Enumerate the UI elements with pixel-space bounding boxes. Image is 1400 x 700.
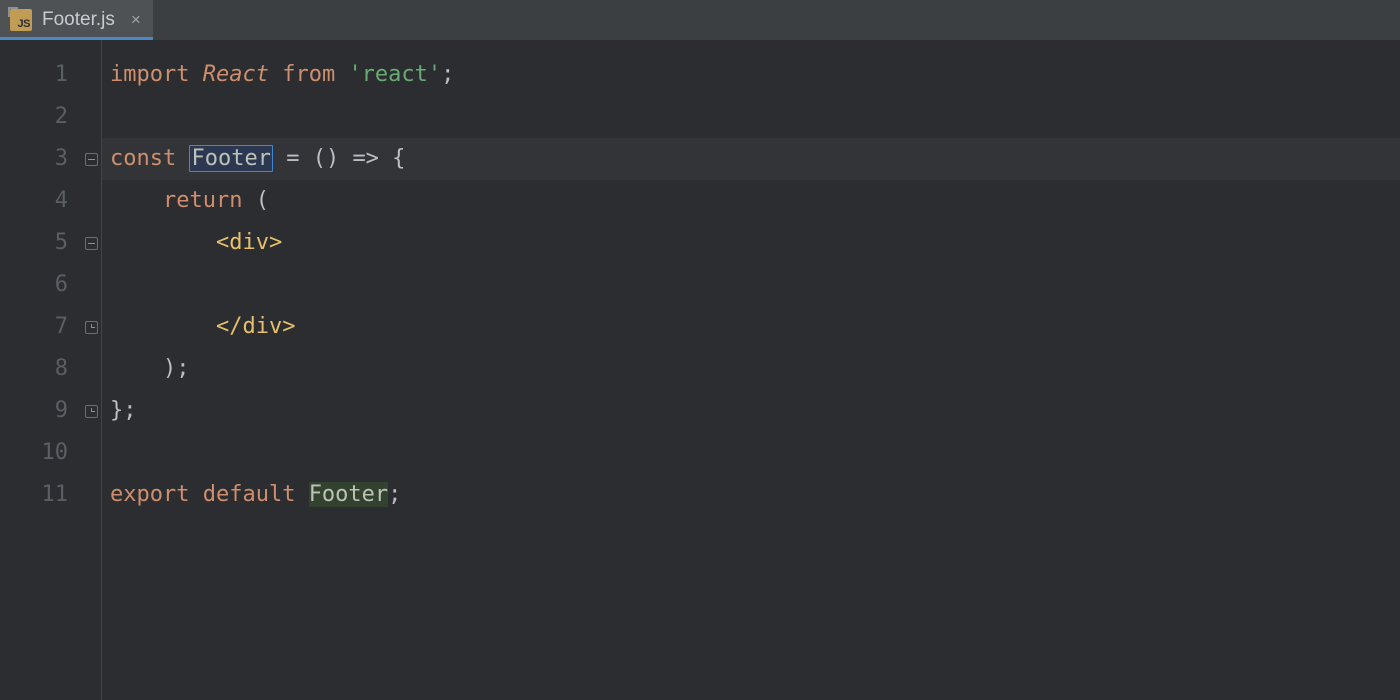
code-line[interactable] — [102, 264, 1400, 306]
fold-cell[interactable] — [80, 306, 102, 348]
line-number: 4 — [0, 180, 68, 222]
code-token: ; — [388, 482, 401, 507]
code-token: }; — [110, 398, 137, 423]
line-number: 3 — [0, 138, 68, 180]
code-line[interactable]: </div> — [102, 306, 1400, 348]
code-token: React — [203, 62, 269, 87]
fold-cell[interactable] — [80, 138, 102, 180]
fold-cell — [80, 432, 102, 474]
line-number: 5 — [0, 222, 68, 264]
code-token: 'react' — [348, 62, 441, 87]
line-number: 10 — [0, 432, 68, 474]
code-line[interactable]: return ( — [102, 180, 1400, 222]
code-token: < — [216, 230, 229, 255]
code-token: Footer — [189, 145, 272, 172]
code-token: ( — [256, 188, 269, 213]
code-line[interactable] — [102, 432, 1400, 474]
file-tab[interactable]: Footer.js × — [0, 0, 153, 40]
code-token: > — [282, 314, 295, 339]
code-token: const — [110, 146, 189, 171]
code-token: export — [110, 482, 203, 507]
fold-cell — [80, 474, 102, 516]
code-token — [110, 356, 163, 381]
code-token: div — [242, 314, 282, 339]
code-line[interactable]: import React from 'react'; — [102, 54, 1400, 96]
code-line[interactable]: }; — [102, 390, 1400, 432]
fold-cell — [80, 348, 102, 390]
fold-cell — [80, 96, 102, 138]
fold-cell — [80, 180, 102, 222]
code-editor[interactable]: 1234567891011 import React from 'react';… — [0, 40, 1400, 700]
code-token: ); — [163, 356, 190, 381]
fold-end-icon[interactable] — [85, 405, 98, 418]
code-token: import — [110, 62, 203, 87]
fold-cell[interactable] — [80, 390, 102, 432]
code-token: = () => { — [273, 146, 405, 171]
fold-end-icon[interactable] — [85, 321, 98, 334]
line-number: 8 — [0, 348, 68, 390]
fold-collapse-icon[interactable] — [85, 153, 98, 166]
line-number: 11 — [0, 474, 68, 516]
code-token: </ — [216, 314, 243, 339]
line-number-gutter: 1234567891011 — [0, 40, 80, 700]
code-token: from — [282, 62, 348, 87]
code-token: default — [203, 482, 309, 507]
code-line[interactable] — [102, 96, 1400, 138]
fold-collapse-icon[interactable] — [85, 237, 98, 250]
tab-title: Footer.js — [42, 9, 115, 31]
fold-cell — [80, 264, 102, 306]
line-number: 1 — [0, 54, 68, 96]
fold-cell[interactable] — [80, 222, 102, 264]
fold-gutter — [80, 40, 102, 700]
code-area[interactable]: import React from 'react'; const Footer =… — [102, 40, 1400, 700]
code-line[interactable]: const Footer = () => { — [102, 138, 1400, 180]
line-number: 9 — [0, 390, 68, 432]
code-token: ; — [441, 62, 454, 87]
code-line[interactable]: <div> — [102, 222, 1400, 264]
code-line[interactable]: export default Footer; — [102, 474, 1400, 516]
js-file-icon — [10, 9, 32, 31]
code-line[interactable]: ); — [102, 348, 1400, 390]
code-token: > — [269, 230, 282, 255]
fold-cell — [80, 54, 102, 96]
line-number: 2 — [0, 96, 68, 138]
close-icon[interactable]: × — [125, 10, 141, 30]
code-token — [269, 62, 282, 87]
tab-bar: Footer.js × — [0, 0, 1400, 40]
code-token — [110, 188, 163, 213]
code-token: return — [163, 188, 256, 213]
line-number: 7 — [0, 306, 68, 348]
line-number: 6 — [0, 264, 68, 306]
code-token: Footer — [309, 482, 388, 507]
code-token — [110, 230, 216, 255]
code-token: div — [229, 230, 269, 255]
code-token — [110, 314, 216, 339]
